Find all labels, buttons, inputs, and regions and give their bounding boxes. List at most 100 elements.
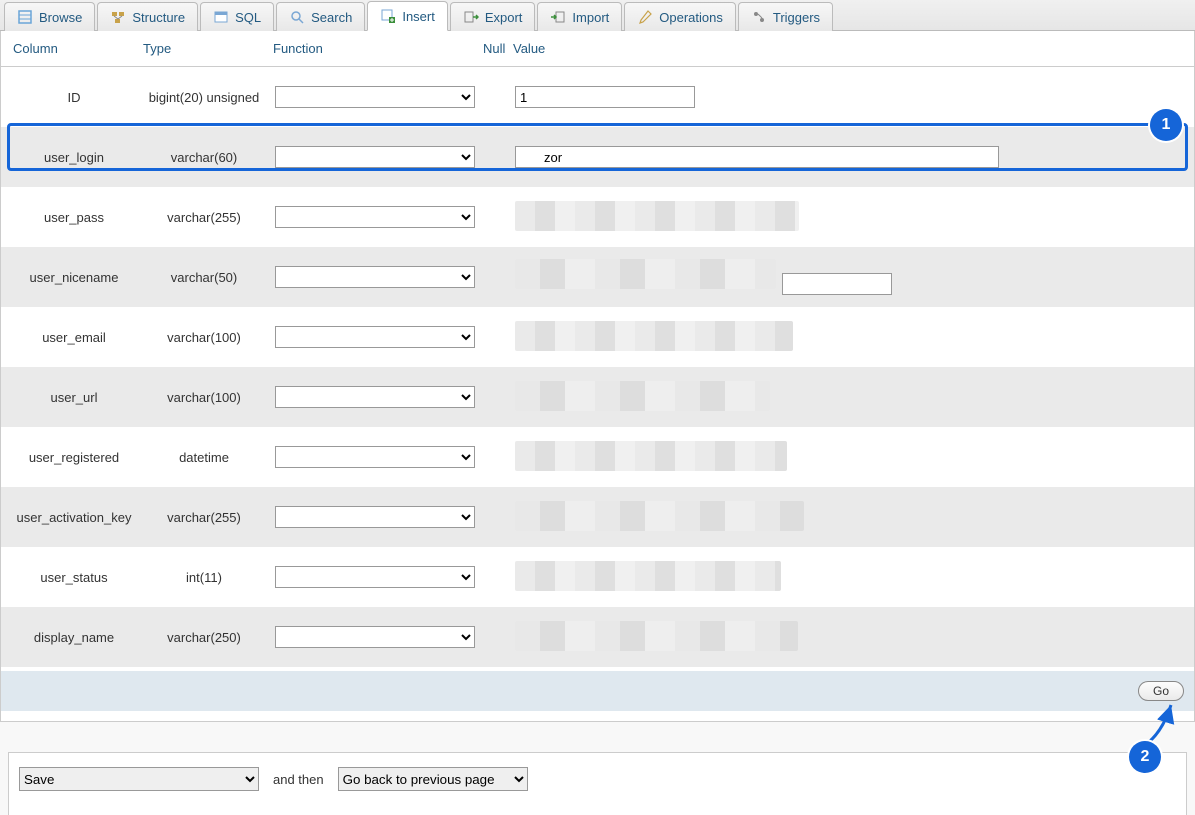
column-name: user_email — [9, 328, 139, 347]
tab-structure[interactable]: Structure — [97, 2, 198, 31]
tab-label: Import — [572, 10, 609, 25]
null-cell — [479, 275, 509, 279]
column-type: varchar(60) — [139, 148, 269, 167]
obscured-value — [515, 621, 798, 651]
column-name: user_status — [9, 568, 139, 587]
column-type: varchar(250) — [139, 628, 269, 647]
tab-label: Export — [485, 10, 523, 25]
header-null: Null — [479, 39, 509, 58]
field-row-user_activation_key: user_activation_keyvarchar(255) — [1, 487, 1194, 547]
null-cell — [479, 155, 509, 159]
tab-label: Structure — [132, 10, 185, 25]
function-cell — [269, 264, 479, 290]
column-type: datetime — [139, 448, 269, 467]
function-cell — [269, 444, 479, 470]
go-row: Go — [1, 671, 1194, 711]
column-name: user_url — [9, 388, 139, 407]
tab-label: Operations — [659, 10, 723, 25]
column-name: user_activation_key — [9, 508, 139, 527]
annotation-marker-2: 2 — [1129, 741, 1161, 773]
function-select[interactable] — [275, 206, 475, 228]
function-select[interactable] — [275, 386, 475, 408]
after-insert-select[interactable]: Go back to previous page — [338, 767, 528, 791]
structure-icon — [110, 9, 126, 25]
tab-label: Insert — [402, 9, 435, 24]
tab-search[interactable]: Search — [276, 2, 365, 31]
null-cell — [479, 335, 509, 339]
field-row-user_nicename: user_nicenamevarchar(50) — [1, 247, 1194, 307]
column-headers: Column Type Function Null Value — [1, 31, 1194, 67]
column-type: varchar(255) — [139, 508, 269, 527]
null-cell — [479, 215, 509, 219]
function-select[interactable] — [275, 266, 475, 288]
tab-export[interactable]: Export — [450, 2, 536, 31]
search-icon — [289, 9, 305, 25]
function-select[interactable] — [275, 626, 475, 648]
column-type: varchar(255) — [139, 208, 269, 227]
null-cell — [479, 95, 509, 99]
tab-label: Triggers — [773, 10, 820, 25]
value-cell — [509, 379, 979, 416]
null-cell — [479, 455, 509, 459]
function-select[interactable] — [275, 506, 475, 528]
tab-sql[interactable]: SQL — [200, 2, 274, 31]
function-cell — [269, 564, 479, 590]
obscured-value — [515, 381, 770, 411]
field-row-ID: IDbigint(20) unsigned — [1, 67, 1194, 127]
function-select[interactable] — [275, 146, 475, 168]
header-column: Column — [9, 39, 139, 58]
triggers-icon — [751, 9, 767, 25]
value-cell — [509, 319, 979, 356]
obscured-value — [515, 501, 804, 531]
column-type: bigint(20) unsigned — [139, 88, 269, 107]
tab-label: Browse — [39, 10, 82, 25]
null-cell — [479, 635, 509, 639]
go-button[interactable]: Go — [1138, 681, 1184, 701]
value-input[interactable] — [515, 146, 999, 168]
save-action-select[interactable]: Save — [19, 767, 259, 791]
tab-bar: Browse Structure SQL Search Insert Expor… — [0, 0, 1195, 31]
tab-label: Search — [311, 10, 352, 25]
field-row-user_registered: user_registereddatetime — [1, 427, 1194, 487]
obscured-value — [515, 441, 787, 471]
value-cell — [509, 199, 979, 236]
value-input[interactable] — [782, 273, 892, 295]
tab-browse[interactable]: Browse — [4, 2, 95, 31]
tab-import[interactable]: Import — [537, 2, 622, 31]
value-cell — [509, 84, 979, 110]
tab-operations[interactable]: Operations — [624, 2, 736, 31]
column-type: varchar(100) — [139, 388, 269, 407]
field-row-user_pass: user_passvarchar(255) — [1, 187, 1194, 247]
sql-icon — [213, 9, 229, 25]
obscured-value — [515, 259, 776, 289]
value-input[interactable] — [515, 86, 695, 108]
obscured-value — [515, 201, 799, 231]
column-type: varchar(50) — [139, 268, 269, 287]
function-cell — [269, 324, 479, 350]
function-select[interactable] — [275, 566, 475, 588]
import-icon — [550, 9, 566, 25]
function-cell — [269, 624, 479, 650]
function-select[interactable] — [275, 446, 475, 468]
obscured-value — [515, 321, 793, 351]
function-select[interactable] — [275, 86, 475, 108]
column-type: int(11) — [139, 568, 269, 587]
tab-triggers[interactable]: Triggers — [738, 2, 833, 31]
value-cell — [509, 499, 979, 536]
tab-insert[interactable]: Insert — [367, 1, 448, 31]
obscured-value — [515, 561, 781, 591]
column-name: user_registered — [9, 448, 139, 467]
field-row-display_name: display_namevarchar(250) — [1, 607, 1194, 667]
column-name: user_pass — [9, 208, 139, 227]
column-name: display_name — [9, 628, 139, 647]
operations-icon — [637, 9, 653, 25]
value-cell — [509, 144, 979, 170]
field-row-user_status: user_statusint(11) — [1, 547, 1194, 607]
field-row-user_email: user_emailvarchar(100) — [1, 307, 1194, 367]
value-cell — [509, 439, 979, 476]
function-select[interactable] — [275, 326, 475, 348]
column-name: user_nicename — [9, 268, 139, 287]
footer-bar: Save and then Go back to previous page — [8, 752, 1187, 815]
null-cell — [479, 575, 509, 579]
insert-form: Column Type Function Null Value IDbigint… — [0, 31, 1195, 722]
